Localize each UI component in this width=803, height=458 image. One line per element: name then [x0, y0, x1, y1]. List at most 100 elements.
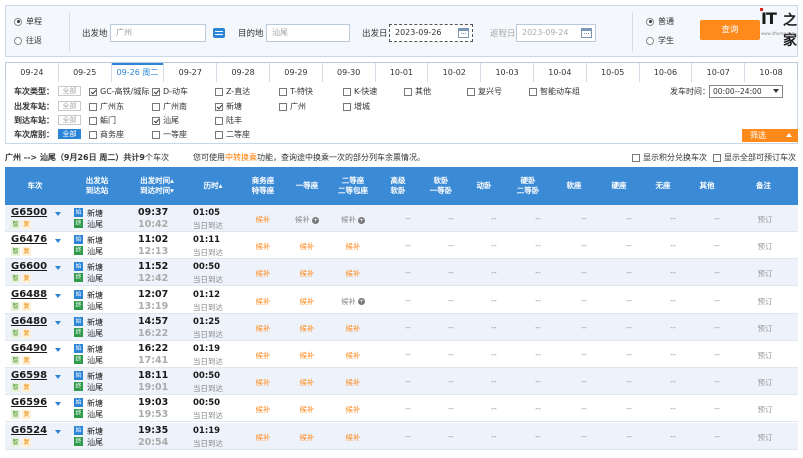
chevron-down-icon[interactable]	[55, 212, 61, 216]
plus-icon[interactable]: +	[358, 216, 365, 224]
seat-second[interactable]: 候补	[333, 323, 373, 334]
filter-checkbox[interactable]: 陆丰	[215, 115, 242, 126]
seat-business[interactable]: 候补	[243, 296, 283, 307]
train-number-link[interactable]: G6600	[11, 261, 47, 272]
filter-all-button[interactable]: 全部	[58, 115, 81, 125]
seat-second[interactable]: 候补	[333, 377, 373, 388]
filter-all-button[interactable]: 全部	[58, 101, 81, 111]
chevron-down-icon[interactable]	[55, 402, 61, 407]
seat-first[interactable]: 候补	[287, 404, 327, 415]
chevron-down-icon[interactable]	[55, 429, 61, 434]
show-points-checkbox[interactable]: 显示积分兑换车次	[632, 152, 707, 163]
seat-business[interactable]: 候补	[243, 241, 283, 252]
date-tab[interactable]: 10-08	[745, 63, 797, 82]
seat-second[interactable]: 候补	[333, 268, 373, 279]
book-button[interactable]: 预订	[750, 432, 780, 443]
filter-checkbox[interactable]: 增城	[343, 101, 370, 112]
train-number-link[interactable]: G6500	[11, 207, 47, 218]
book-button[interactable]: 预订	[750, 241, 780, 252]
seat-first[interactable]: 候补	[287, 268, 327, 279]
book-button[interactable]: 预订	[750, 404, 780, 415]
seat-second[interactable]: 候补 +	[333, 214, 373, 225]
seat-business[interactable]: 候补	[243, 432, 283, 443]
depart-time-select[interactable]: 00:00--24:00	[709, 85, 783, 98]
date-tab[interactable]: 10-07	[692, 63, 746, 82]
seat-second[interactable]: 候补	[333, 350, 373, 361]
filter-checkbox[interactable]: Z-直达	[215, 86, 250, 97]
train-number-link[interactable]: G6480	[11, 316, 47, 327]
date-tab[interactable]: 10-02	[428, 63, 482, 82]
filter-all-button[interactable]: 全部	[58, 86, 81, 96]
filter-all-button[interactable]: 全部	[58, 129, 81, 139]
from-input[interactable]: 广州	[110, 24, 206, 42]
seat-second[interactable]: 候补	[333, 432, 373, 443]
date-tab[interactable]: 09-28	[217, 63, 270, 82]
filter-checkbox[interactable]: GC-高铁/城际	[89, 86, 149, 97]
seat-first[interactable]: 候补 +	[287, 214, 327, 225]
filter-checkbox[interactable]: T-特快	[279, 86, 313, 97]
filter-checkbox[interactable]: 其他	[404, 86, 431, 97]
trip-roundtrip-radio[interactable]: 往返	[14, 35, 42, 46]
seat-business[interactable]: 候补	[243, 214, 283, 225]
filter-checkbox[interactable]: 二等座	[215, 129, 250, 140]
date-tab[interactable]: 09-27	[164, 63, 218, 82]
date-tab[interactable]: 10-01	[376, 63, 429, 82]
filter-checkbox[interactable]: 新塘	[215, 101, 242, 112]
seat-first[interactable]: 候补	[287, 377, 327, 388]
date-tab-active[interactable]: 09-26 周二	[111, 63, 165, 82]
filter-checkbox[interactable]: 汕尾	[152, 115, 179, 126]
filter-checkbox[interactable]: 商务座	[89, 129, 124, 140]
chevron-down-icon[interactable]	[55, 266, 61, 271]
seat-first[interactable]: 候补	[287, 323, 327, 334]
transfer-link[interactable]: 中转换乘	[225, 153, 257, 162]
date-tab[interactable]: 10-06	[640, 63, 693, 82]
date-tab[interactable]: 10-05	[587, 63, 640, 82]
seat-second[interactable]: 候补 +	[333, 296, 373, 307]
train-number-link[interactable]: G6598	[11, 370, 47, 381]
query-button[interactable]: 查询	[700, 20, 760, 40]
return-date-input[interactable]: 2023-09-24	[516, 24, 596, 42]
train-number-link[interactable]: G6596	[11, 397, 47, 408]
calendar-icon[interactable]	[581, 28, 592, 38]
train-number-link[interactable]: G6490	[11, 343, 47, 354]
plus-icon[interactable]: +	[312, 216, 319, 224]
seat-business[interactable]: 候补	[243, 268, 283, 279]
train-number-link[interactable]: G6476	[11, 234, 47, 245]
filter-checkbox[interactable]: 广州东	[89, 101, 124, 112]
train-number-link[interactable]: G6524	[11, 425, 47, 436]
show-all-checkbox[interactable]: 显示全部可预订车次	[713, 152, 796, 163]
seat-business[interactable]: 候补	[243, 377, 283, 388]
seat-second[interactable]: 候补	[333, 404, 373, 415]
chevron-down-icon[interactable]	[55, 320, 61, 325]
plus-icon[interactable]: +	[358, 298, 365, 306]
chevron-down-icon[interactable]	[55, 375, 61, 380]
filter-toggle-button[interactable]: 筛选	[742, 129, 798, 142]
chevron-down-icon[interactable]	[55, 348, 61, 352]
book-button[interactable]: 预订	[750, 323, 780, 334]
trip-oneway-radio[interactable]: 单程	[14, 16, 42, 27]
filter-checkbox[interactable]: 广州	[279, 101, 306, 112]
date-tab[interactable]: 10-04	[534, 63, 587, 82]
depart-date-input[interactable]: 2023-09-26	[389, 24, 473, 42]
book-button[interactable]: 预订	[750, 214, 780, 225]
seat-business[interactable]: 候补	[243, 350, 283, 361]
date-tab[interactable]: 10-03	[481, 63, 534, 82]
seat-business[interactable]: 候补	[243, 323, 283, 334]
filter-checkbox[interactable]: 智能动车组	[529, 86, 580, 97]
chevron-down-icon[interactable]	[55, 293, 61, 298]
th-duration[interactable]: 历时▴	[185, 167, 241, 205]
seat-first[interactable]: 候补	[287, 296, 327, 307]
chevron-down-icon[interactable]	[55, 239, 61, 244]
filter-checkbox[interactable]: 复兴号	[467, 86, 502, 97]
seat-business[interactable]: 候补	[243, 404, 283, 415]
book-button[interactable]: 预订	[750, 296, 780, 307]
to-input[interactable]: 汕尾	[266, 24, 350, 42]
th-times[interactable]: 出发时间▴ 到达时间▾	[129, 167, 185, 205]
seat-first[interactable]: 候补	[287, 241, 327, 252]
filter-checkbox[interactable]: 一等座	[152, 129, 187, 140]
date-tab[interactable]: 09-24	[6, 63, 59, 82]
filter-checkbox[interactable]: 鲘门	[89, 115, 116, 126]
book-button[interactable]: 预订	[750, 350, 780, 361]
seat-first[interactable]: 候补	[287, 432, 327, 443]
book-button[interactable]: 预订	[750, 377, 780, 388]
